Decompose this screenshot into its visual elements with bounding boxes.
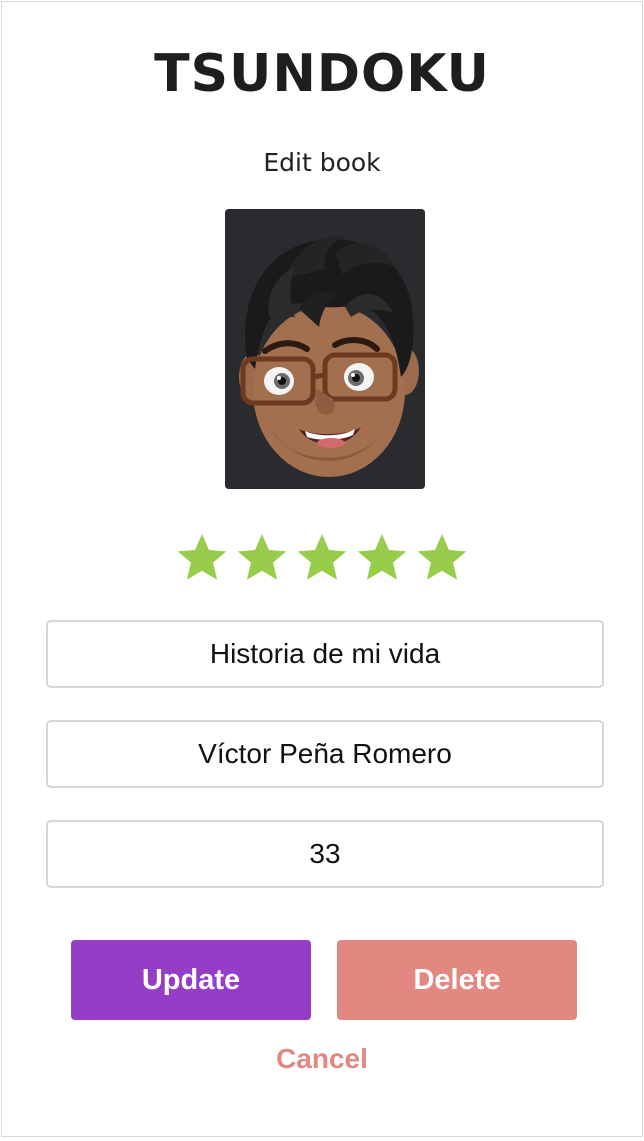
star-icon[interactable] bbox=[295, 530, 349, 584]
edit-book-card: TSUNDOKU Edit book Historia de mi vida V… bbox=[1, 1, 643, 1137]
page-subtitle: Edit book bbox=[263, 148, 381, 177]
pages-input[interactable] bbox=[48, 822, 602, 886]
avatar-cover-image bbox=[225, 209, 425, 489]
author-input[interactable] bbox=[48, 722, 602, 786]
title-input[interactable] bbox=[48, 622, 602, 686]
pages-field-wrapper bbox=[46, 820, 604, 888]
cancel-link[interactable]: Cancel bbox=[2, 1043, 642, 1075]
star-icon[interactable] bbox=[355, 530, 409, 584]
rating-stars bbox=[2, 530, 642, 584]
app-title: TSUNDOKU bbox=[154, 44, 490, 104]
update-button[interactable]: Update bbox=[71, 940, 311, 1020]
delete-button[interactable]: Delete bbox=[337, 940, 577, 1020]
book-cover-image[interactable] bbox=[225, 209, 425, 489]
star-icon[interactable] bbox=[415, 530, 469, 584]
title-field-wrapper bbox=[46, 620, 604, 688]
star-icon[interactable] bbox=[235, 530, 289, 584]
author-field-wrapper bbox=[46, 720, 604, 788]
star-icon[interactable] bbox=[175, 530, 229, 584]
